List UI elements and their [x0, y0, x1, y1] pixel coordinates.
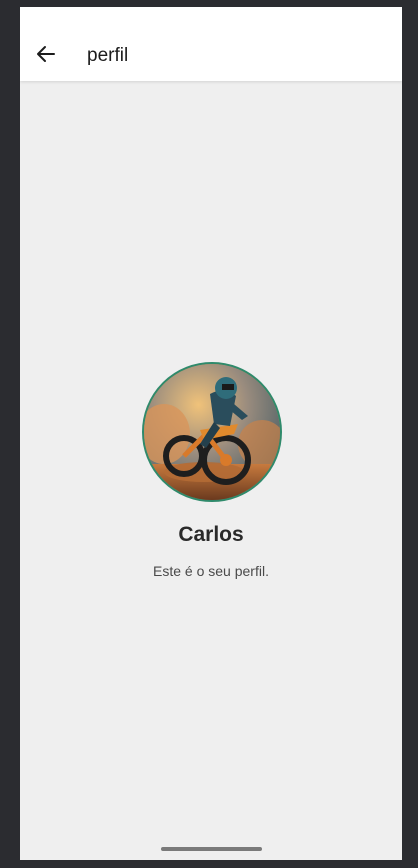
page-title: perfil — [87, 45, 129, 66]
profile-name: Carlos — [178, 523, 244, 546]
back-button[interactable] — [32, 40, 60, 68]
home-indicator[interactable] — [161, 847, 262, 851]
motocross-rider-photo — [144, 364, 280, 500]
phone-screen: perfil Carlos Este é o seu perfil. — [20, 7, 402, 860]
avatar — [142, 362, 282, 502]
app-bar: perfil — [20, 7, 402, 81]
profile-subtitle: Este é o seu perfil. — [153, 563, 269, 579]
arrow-left-icon — [37, 46, 55, 62]
